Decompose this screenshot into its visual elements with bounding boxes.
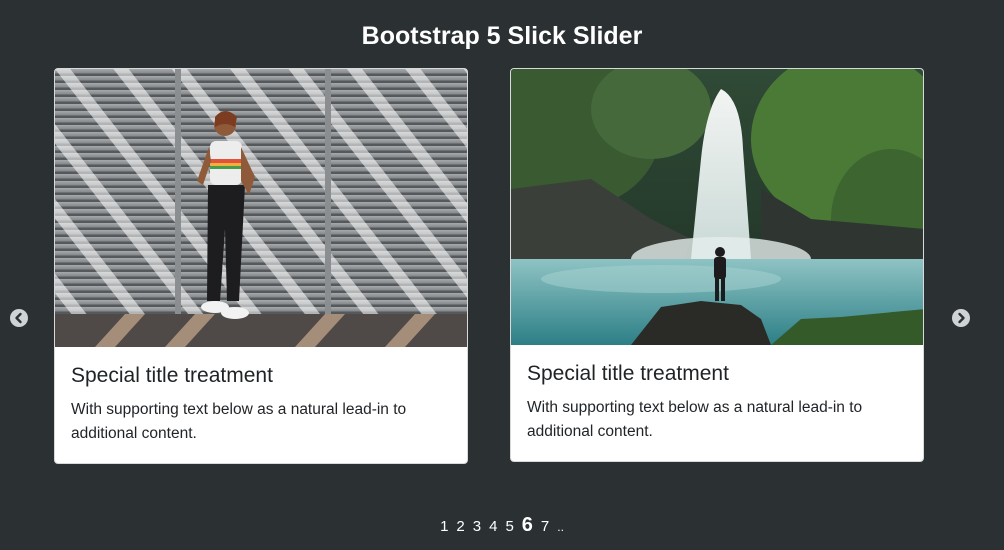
slide-text: With supporting text below as a natural … xyxy=(71,401,407,442)
slide-title: Special title treatment xyxy=(71,364,273,387)
chevron-right-icon xyxy=(958,312,965,324)
pagination-dot[interactable]: 5 xyxy=(505,518,513,535)
slide-image xyxy=(511,69,923,345)
page-title: Bootstrap 5 Slick Slider xyxy=(361,22,643,50)
pagination-dot[interactable]: 2 xyxy=(456,518,464,535)
pagination-dot-active[interactable]: 6 xyxy=(522,514,533,537)
chevron-left-icon xyxy=(15,312,22,324)
pagination-dot[interactable]: 7 xyxy=(541,518,549,535)
slider-pagination: 1 2 3 4 5 6 7 .. xyxy=(0,514,1004,537)
slide-image xyxy=(55,69,467,347)
pagination-more[interactable]: .. xyxy=(557,520,564,534)
slide-card-body: Special title treatment With supporting … xyxy=(55,347,467,446)
slide-text: With supporting text below as a natural … xyxy=(527,399,863,440)
slide-card[interactable]: Special title treatment With supporting … xyxy=(510,68,924,462)
slide-card-body: Special title treatment With supporting … xyxy=(511,345,923,444)
slide-card[interactable]: Special title treatment With supporting … xyxy=(54,68,468,464)
pagination-dot[interactable]: 4 xyxy=(489,518,497,535)
next-slide-button[interactable] xyxy=(952,309,970,327)
pagination-dot[interactable]: 3 xyxy=(473,518,481,535)
slide-title: Special title treatment xyxy=(527,362,729,385)
pagination-dot[interactable]: 1 xyxy=(440,518,448,535)
prev-slide-button[interactable] xyxy=(10,309,28,327)
